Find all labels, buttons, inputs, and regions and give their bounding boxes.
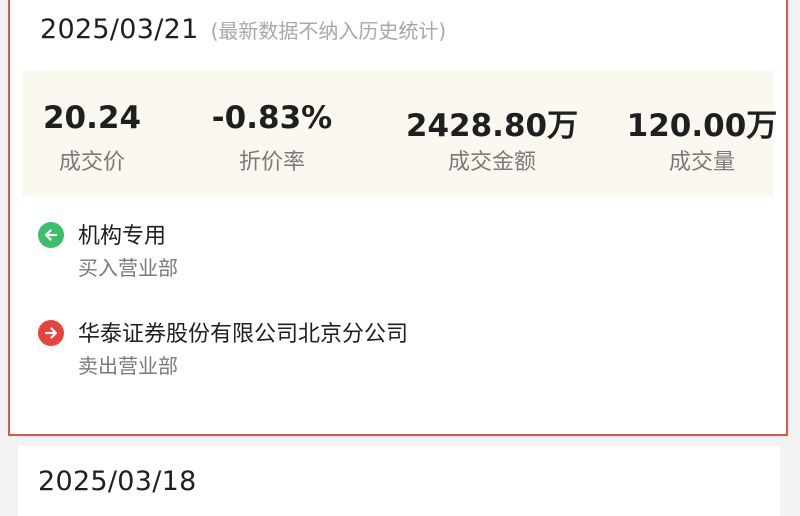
stat-volume: 120.00万 成交量 <box>612 70 792 196</box>
trade-record-card[interactable]: 2025/03/21 (最新数据不纳入历史统计) 20.24 成交价 -0.83… <box>8 0 788 436</box>
arrow-right-icon <box>38 320 64 346</box>
stat-price: 20.24 成交价 <box>22 70 162 196</box>
record-note: (最新数据不纳入历史统计) <box>210 19 447 43</box>
record-header: 2025/03/21 (最新数据不纳入历史统计) <box>40 14 446 54</box>
trade-record-card-2[interactable]: 2025/03/18 <box>18 446 780 516</box>
stat-label: 成交价 <box>58 150 125 175</box>
record-date: 2025/03/18 <box>38 466 197 497</box>
seller-name: 华泰证券股份有限公司北京分公司 <box>78 322 409 347</box>
stat-label: 成交金额 <box>447 150 536 175</box>
stat-amount: 2428.80万 成交金额 <box>382 70 602 196</box>
stat-value: 2428.80万 <box>405 108 579 144</box>
stat-value: 20.24 <box>42 100 142 136</box>
stat-value: -0.83% <box>211 100 333 136</box>
buyer-name: 机构专用 <box>78 224 167 249</box>
arrow-left-icon <box>38 222 64 248</box>
stat-label: 成交量 <box>668 150 735 175</box>
stat-value: 120.00万 <box>626 108 778 144</box>
seller-role: 卖出营业部 <box>78 354 178 378</box>
stat-discount: -0.83% 折价率 <box>182 70 362 196</box>
stat-label: 折价率 <box>238 150 305 175</box>
buyer-role: 买入营业部 <box>78 256 178 280</box>
stats-panel: 20.24 成交价 -0.83% 折价率 2428.80万 成交金额 120.0… <box>22 70 777 196</box>
record-date: 2025/03/21 <box>40 14 199 45</box>
